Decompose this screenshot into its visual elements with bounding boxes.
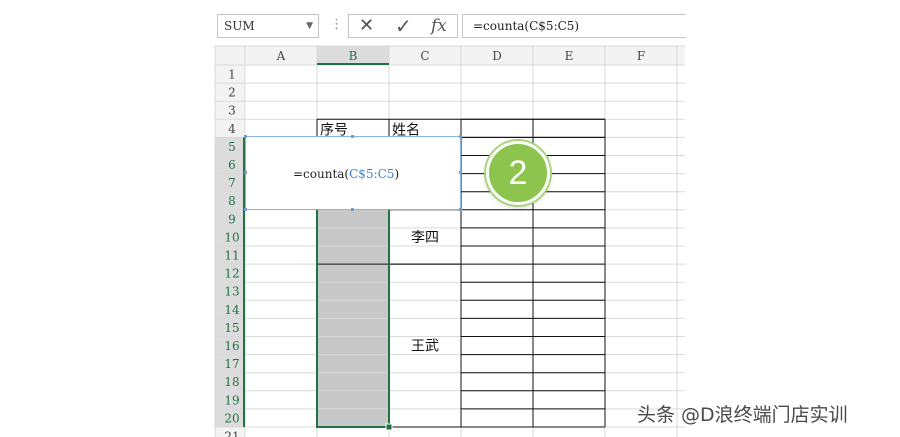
formula-reference: C$5:C5 — [349, 167, 395, 181]
row-header-7[interactable]: 7 — [228, 176, 236, 190]
resize-handle[interactable] — [351, 208, 354, 211]
row-header-11[interactable]: 11 — [224, 249, 239, 263]
step-badge: 2 — [486, 141, 550, 205]
row-header-13[interactable]: 13 — [224, 285, 239, 299]
row-header-3[interactable]: 3 — [228, 104, 236, 118]
row-header-16[interactable]: 16 — [224, 339, 239, 353]
row-header-14[interactable]: 14 — [224, 303, 240, 317]
cell-editor[interactable]: =counta(C$5:C5) — [244, 135, 462, 211]
column-header-b[interactable]: B — [349, 49, 358, 63]
row-header-4[interactable]: 4 — [228, 122, 236, 136]
resize-handle[interactable] — [459, 171, 462, 174]
worksheet-grid[interactable]: ABCDEF 123456789101112131415161718192021… — [0, 0, 900, 437]
row-header-17[interactable]: 17 — [224, 357, 239, 371]
column-header-f[interactable]: F — [637, 49, 645, 63]
resize-handle[interactable] — [244, 171, 247, 174]
formula-function: =counta( — [293, 167, 350, 181]
resize-handle[interactable] — [351, 135, 354, 138]
resize-handle[interactable] — [244, 208, 247, 211]
resize-handle[interactable] — [244, 135, 247, 138]
row-header-6[interactable]: 6 — [228, 158, 236, 172]
cell-editor-formula[interactable]: =counta(C$5:C5) — [293, 167, 399, 181]
row-header-18[interactable]: 18 — [224, 375, 239, 389]
watermark: 头条 @D浪终端门店实训 — [637, 404, 848, 426]
row-header-15[interactable]: 15 — [224, 321, 239, 335]
row-header-2[interactable]: 2 — [228, 86, 236, 100]
row-header-21[interactable]: 21 — [224, 430, 239, 437]
column-header-c[interactable]: C — [420, 49, 429, 63]
row-header-20[interactable]: 20 — [224, 411, 239, 425]
formula-close: ) — [394, 167, 400, 181]
row-header-10[interactable]: 10 — [224, 230, 239, 244]
row-header-8[interactable]: 8 — [228, 194, 236, 208]
name-cell-wangwu[interactable]: 王武 — [411, 339, 439, 355]
row-header-19[interactable]: 19 — [224, 393, 239, 407]
resize-handle[interactable] — [459, 208, 462, 211]
fill-handle[interactable] — [385, 423, 393, 431]
column-header-d[interactable]: D — [492, 49, 502, 63]
column-header-a[interactable]: A — [276, 49, 286, 63]
column-header-e[interactable]: E — [565, 49, 574, 63]
row-header-5[interactable]: 5 — [228, 140, 236, 154]
row-header-12[interactable]: 12 — [224, 267, 239, 281]
resize-handle[interactable] — [459, 135, 462, 138]
row-header-9[interactable]: 9 — [228, 212, 236, 226]
column-header-bar — [215, 46, 685, 65]
name-cell-lisi[interactable]: 李四 — [411, 230, 439, 246]
row-header-1[interactable]: 1 — [228, 68, 236, 82]
